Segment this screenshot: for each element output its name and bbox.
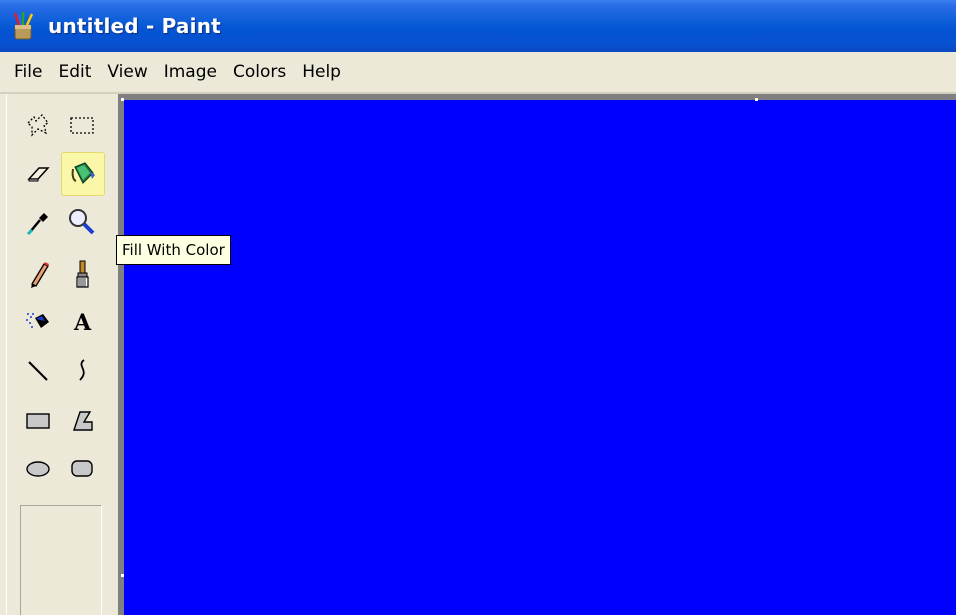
- canvas-resize-handle-top[interactable]: [755, 98, 758, 101]
- airbrush-icon: [26, 313, 49, 328]
- canvas-resize-handle-left[interactable]: [121, 574, 124, 577]
- pencil-tool[interactable]: [16, 252, 60, 296]
- free-form-select-tool[interactable]: [16, 103, 60, 147]
- paint-bucket-icon: [71, 162, 95, 185]
- pencil-icon: [31, 262, 49, 288]
- canvas-resize-handle-top-left[interactable]: [121, 98, 124, 101]
- title-bar[interactable]: untitled - Paint: [0, 0, 956, 52]
- rounded-rectangle-tool[interactable]: [60, 446, 104, 490]
- magnifier-icon: [69, 209, 95, 235]
- line-icon: [28, 361, 48, 381]
- menu-help[interactable]: Help: [294, 58, 349, 86]
- svg-text:A: A: [73, 310, 92, 336]
- drawing-canvas[interactable]: [124, 100, 956, 615]
- fill-with-color-tool[interactable]: [61, 152, 105, 196]
- curve-tool[interactable]: [60, 348, 104, 392]
- eyedropper-icon: [26, 213, 48, 236]
- menu-edit[interactable]: Edit: [50, 58, 99, 86]
- paint-window: untitled - Paint File Edit View Image Co…: [0, 0, 956, 615]
- eraser-tool[interactable]: [16, 152, 60, 196]
- paint-app-icon: [13, 12, 34, 40]
- brush-tool[interactable]: [60, 252, 104, 296]
- text-a-icon: A: [73, 310, 92, 336]
- ellipse-tool[interactable]: [16, 446, 60, 490]
- magnifier-tool[interactable]: [60, 200, 104, 244]
- menu-file[interactable]: File: [6, 58, 50, 86]
- brush-icon: [76, 260, 89, 288]
- window-title: untitled - Paint: [48, 14, 221, 38]
- rectangle-tool[interactable]: [16, 398, 60, 442]
- pick-color-tool[interactable]: [16, 200, 60, 244]
- polygon-icon: [73, 411, 93, 431]
- tool-box-edge: [6, 94, 7, 615]
- ellipse-icon: [26, 461, 50, 477]
- line-tool[interactable]: [16, 348, 60, 392]
- menu-image[interactable]: Image: [156, 58, 225, 86]
- menu-colors[interactable]: Colors: [225, 58, 294, 86]
- tool-options-box[interactable]: [20, 505, 102, 615]
- menu-bar: File Edit View Image Colors Help: [0, 52, 956, 92]
- rectangle-select-tool[interactable]: [60, 103, 104, 147]
- tool-tooltip: Fill With Color: [116, 235, 231, 265]
- rectangle-select-icon: [70, 117, 94, 134]
- rectangle-icon: [26, 413, 50, 429]
- rounded-rectangle-icon: [71, 460, 93, 477]
- free-form-select-icon: [27, 114, 49, 137]
- airbrush-tool[interactable]: [16, 300, 60, 344]
- menu-view[interactable]: View: [99, 58, 155, 86]
- curve-icon: [79, 359, 85, 381]
- polygon-tool[interactable]: [60, 398, 104, 442]
- text-tool[interactable]: A: [60, 300, 104, 344]
- eraser-icon: [27, 167, 50, 182]
